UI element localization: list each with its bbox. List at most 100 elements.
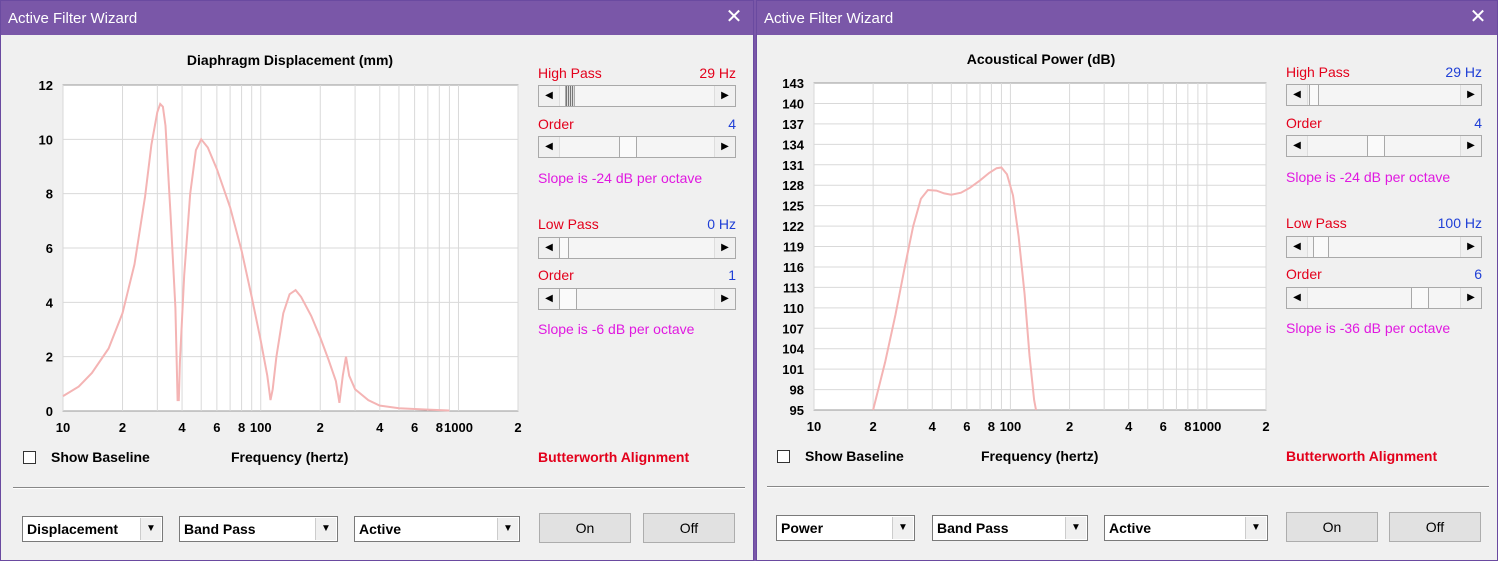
show-baseline-checkbox[interactable] [23,451,36,464]
lowpass-value: 0 Hz [707,216,736,232]
highpass-slope-text: Slope is -24 dB per octave [538,170,703,186]
x-tick-label: 2 [317,420,324,435]
y-tick-labels: 0 2 4 6 8 10 12 [39,78,54,419]
off-button[interactable]: Off [1389,512,1481,542]
scroll-right-icon[interactable]: ▶ [1460,237,1481,257]
scroll-right-icon[interactable]: ▶ [714,86,735,106]
off-button[interactable]: Off [643,513,735,543]
x-tick-label: 2 [870,419,877,434]
lowpass-order-label: Order [1286,266,1322,282]
x-tick-label: 8 [988,419,995,434]
chevron-down-icon[interactable]: ▼ [315,518,336,540]
view-select[interactable]: Displacement ▼ [22,516,163,542]
on-button[interactable]: On [539,513,631,543]
scroll-left-icon[interactable]: ◀ [539,86,560,106]
lowpass-thumb[interactable] [1313,237,1329,257]
scroll-left-icon[interactable]: ◀ [1287,85,1308,105]
x-tick-label: 4 [178,420,186,435]
alignment-label: Butterworth Alignment [538,449,690,465]
y-tick-labels: 95 98 101 104 107 110 113 116 119 122 125 128 131 134… [782,76,804,418]
y-tick-label: 10 [39,132,53,147]
highpass-label: High Pass [1286,64,1350,80]
x-tick-label: 4 [376,420,384,435]
highpass-order-thumb[interactable] [1367,136,1385,156]
scroll-right-icon[interactable]: ▶ [714,289,735,309]
lowpass-order-thumb[interactable] [1411,288,1429,308]
active-filter-wizard-window-left: Active Filter Wizard ✕ Diaphragm Displac… [0,0,754,561]
x-tick-label: 6 [213,420,220,435]
show-baseline-label[interactable]: Show Baseline [51,449,150,465]
close-icon[interactable]: ✕ [723,6,745,28]
scroll-right-icon[interactable]: ▶ [714,137,735,157]
scroll-right-icon[interactable]: ▶ [1460,136,1481,156]
acoustical-power-chart: Acoustical Power (dB) 959810110410711011… [782,51,1269,434]
close-icon[interactable]: ✕ [1467,6,1489,28]
x-tick-label: 10 [807,419,821,434]
x-axis-label: Frequency (hertz) [231,449,349,465]
mode-select-value: Active [1109,520,1152,536]
show-baseline-checkbox[interactable] [777,450,790,463]
x-tick-label: 6 [411,420,418,435]
scroll-left-icon[interactable]: ◀ [1287,288,1308,308]
on-button[interactable]: On [1286,512,1378,542]
chevron-down-icon[interactable]: ▼ [1245,517,1266,539]
scroll-right-icon[interactable]: ▶ [1460,288,1481,308]
lowpass-scrollbar[interactable]: ◀ ▶ [538,237,736,259]
y-tick-label: 131 [782,158,804,173]
view-select-value: Displacement [27,521,119,537]
highpass-value: 29 Hz [699,65,736,81]
lowpass-order-thumb[interactable] [559,289,577,309]
highpass-thumb[interactable] [565,86,575,106]
highpass-order-scrollbar[interactable]: ◀ ▶ [1286,135,1482,157]
mode-select-value: Active [359,521,402,537]
x-tick-label: 4 [1125,419,1133,434]
highpass-value: 29 Hz [1445,64,1482,80]
lowpass-scrollbar[interactable]: ◀ ▶ [1286,236,1482,258]
lowpass-thumb[interactable] [559,238,569,258]
y-tick-label: 12 [39,78,53,93]
scroll-right-icon[interactable]: ▶ [1460,85,1481,105]
scroll-left-icon[interactable]: ◀ [1287,136,1308,156]
chevron-down-icon[interactable]: ▼ [1065,517,1086,539]
separator [767,486,1489,488]
highpass-scrollbar[interactable]: ◀ ▶ [1286,84,1482,106]
view-select[interactable]: Power ▼ [776,515,915,541]
filter-type-value: Band Pass [937,520,1009,536]
highpass-scrollbar[interactable]: ◀ ▶ [538,85,736,107]
filter-type-select[interactable]: Band Pass ▼ [179,516,338,542]
highpass-thumb[interactable] [1309,85,1319,105]
lowpass-label: Low Pass [1286,215,1347,231]
y-tick-label: 110 [783,301,804,316]
mode-select[interactable]: Active ▼ [1104,515,1268,541]
x-tick-label: 1000 [444,420,473,435]
x-tick-label: 4 [929,419,937,434]
show-baseline-label[interactable]: Show Baseline [805,448,904,464]
chart-title: Acoustical Power (dB) [967,51,1116,67]
lowpass-order-scrollbar[interactable]: ◀ ▶ [538,288,736,310]
scroll-left-icon[interactable]: ◀ [1287,237,1308,257]
y-tick-label: 101 [782,362,804,377]
highpass-order-label: Order [538,116,574,132]
lowpass-slope-text: Slope is -6 dB per octave [538,321,695,337]
scroll-right-icon[interactable]: ▶ [714,238,735,258]
mode-select[interactable]: Active ▼ [354,516,520,542]
chart-title: Diaphragm Displacement (mm) [187,52,393,68]
scroll-left-icon[interactable]: ◀ [539,137,560,157]
lowpass-order-label: Order [538,267,574,283]
lowpass-order-scrollbar[interactable]: ◀ ▶ [1286,287,1482,309]
x-tick-labels: 10 2 4 6 8 100 2 4 6 8 1000 2 [56,420,522,435]
scroll-left-icon[interactable]: ◀ [539,289,560,309]
chevron-down-icon[interactable]: ▼ [497,518,518,540]
y-tick-label: 2 [46,350,53,365]
y-tick-label: 140 [782,96,804,111]
x-tick-label: 8 [1184,419,1191,434]
highpass-order-scrollbar[interactable]: ◀ ▶ [538,136,736,158]
scroll-left-icon[interactable]: ◀ [539,238,560,258]
y-tick-label: 6 [46,241,53,256]
filter-type-select[interactable]: Band Pass ▼ [932,515,1088,541]
highpass-order-value: 4 [1474,115,1482,131]
x-tick-label: 10 [56,420,70,435]
chevron-down-icon[interactable]: ▼ [140,518,161,540]
chevron-down-icon[interactable]: ▼ [892,517,913,539]
highpass-order-thumb[interactable] [619,137,637,157]
